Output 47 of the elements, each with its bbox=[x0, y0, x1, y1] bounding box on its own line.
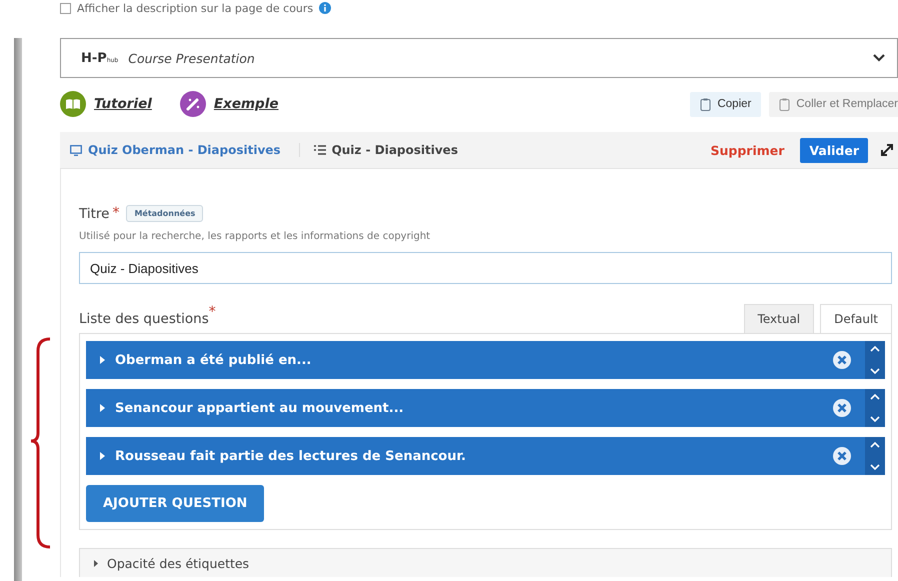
question-title: Rousseau fait partie des lectures de Senancour. bbox=[115, 448, 466, 464]
question-title: Senancour appartient au mouvement... bbox=[115, 400, 404, 416]
view-tab[interactable]: Textual bbox=[744, 304, 814, 333]
question-item[interactable]: Oberman a été publié en... bbox=[86, 341, 885, 379]
info-icon[interactable] bbox=[319, 2, 332, 14]
collapsible-section[interactable]: Opacité des étiquettes bbox=[79, 548, 892, 577]
field-label: Liste des questions bbox=[79, 311, 209, 327]
question-item[interactable]: Rousseau fait partie des lectures de Senancour. bbox=[86, 437, 885, 475]
remove-icon[interactable] bbox=[833, 351, 851, 369]
caret-icon[interactable] bbox=[100, 404, 106, 412]
clipboard-icon bbox=[779, 98, 790, 110]
field-hint: Utilisé pour la recherche, les rapports et les informations de copyright bbox=[79, 231, 432, 242]
reorder-arrows-icon[interactable] bbox=[865, 389, 885, 427]
option-label: Afficher la description sur la page de cours bbox=[77, 2, 314, 14]
required-mark: * bbox=[208, 304, 216, 320]
question-title: Oberman a été publié en... bbox=[115, 352, 312, 368]
delete-button[interactable]: Supprimer bbox=[704, 142, 790, 158]
view-tab[interactable]: Default bbox=[820, 304, 892, 333]
section-title: Opacité des étiquettes bbox=[107, 556, 250, 570]
help-link[interactable]: Tutoriel bbox=[94, 96, 152, 112]
magic-wand-icon bbox=[180, 91, 206, 117]
add-question-button[interactable]: AJOUTER QUESTION bbox=[86, 485, 264, 522]
question-item[interactable]: Senancour appartient au mouvement... bbox=[86, 389, 885, 427]
book-icon bbox=[60, 91, 86, 117]
reorder-arrows-icon[interactable] bbox=[865, 341, 885, 379]
remove-icon[interactable] bbox=[833, 447, 851, 465]
breadcrumb-item: Quiz - Diapositives bbox=[332, 143, 458, 157]
caret-icon[interactable] bbox=[100, 452, 106, 460]
confirm-button[interactable]: Valider bbox=[800, 138, 868, 162]
clipboard-icon bbox=[700, 98, 712, 110]
reorder-arrows-icon[interactable] bbox=[865, 437, 885, 475]
help-link[interactable]: Exemple bbox=[214, 96, 278, 112]
breadcrumb-item[interactable]: Quiz Oberman - Diapositives bbox=[88, 143, 281, 157]
content-type-name: Course Presentation bbox=[128, 50, 255, 66]
metadata-button[interactable]: Métadonnées bbox=[126, 205, 204, 222]
expand-icon[interactable] bbox=[880, 143, 894, 157]
field-label: Titre bbox=[79, 206, 110, 222]
checkbox[interactable] bbox=[60, 2, 71, 14]
remove-icon[interactable] bbox=[833, 399, 851, 417]
clipboard-button[interactable]: Copier bbox=[690, 92, 762, 116]
caret-icon[interactable] bbox=[100, 356, 106, 364]
required-mark: * bbox=[112, 205, 120, 221]
chevron-icon[interactable] bbox=[873, 54, 885, 62]
caret-icon[interactable] bbox=[94, 560, 99, 566]
monitor-icon bbox=[70, 144, 82, 156]
title-input[interactable]: Quiz - Diapositives bbox=[79, 252, 892, 284]
list-icon bbox=[314, 145, 326, 155]
